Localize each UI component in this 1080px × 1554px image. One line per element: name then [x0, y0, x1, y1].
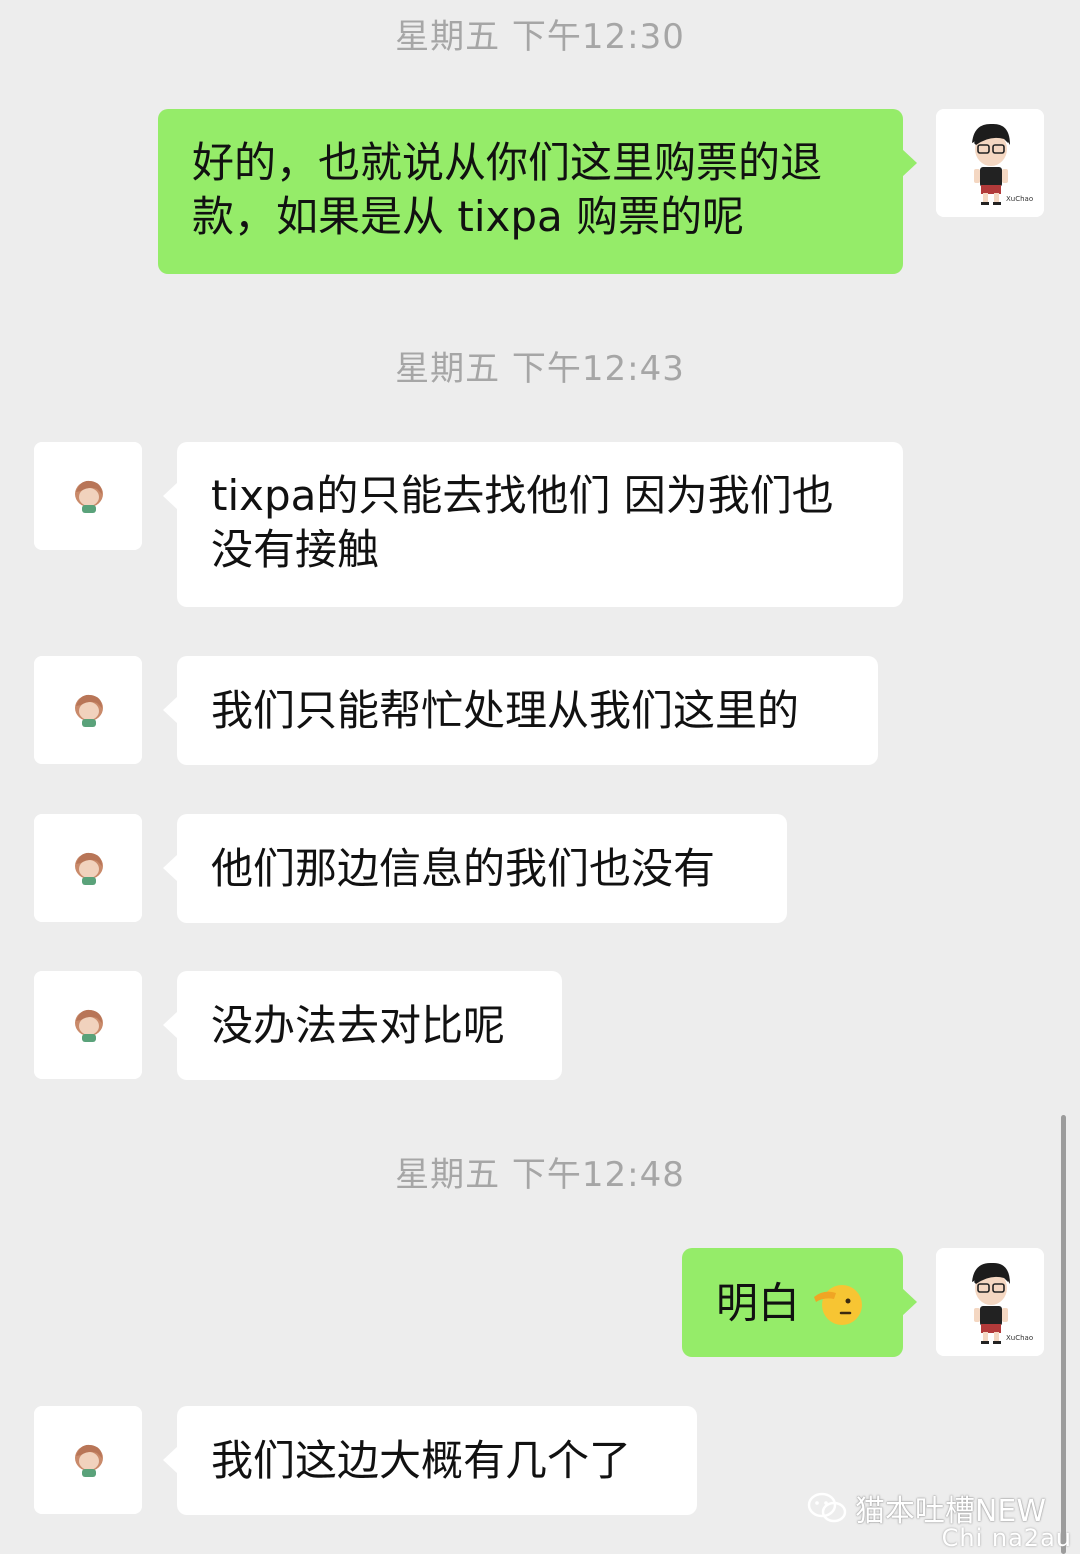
avatar-signature: XuChao	[1006, 195, 1033, 203]
message-bubble-received[interactable]: 他们那边信息的我们也没有	[163, 814, 787, 923]
contact-avatar-image	[34, 656, 142, 764]
self-avatar[interactable]: XuChao	[936, 1248, 1044, 1356]
message-text-line: 款，如果是从 tixpa 购票的呢	[192, 192, 745, 241]
timestamp: 星期五 下午12:48	[395, 1155, 685, 1195]
avatar-signature: XuChao	[1006, 1334, 1033, 1342]
message-text-line: 好的，也就说从你们这里购票的退	[192, 138, 823, 187]
message-bubble-sent[interactable]: 明白	[682, 1248, 917, 1357]
message-text-line: tixpa的只能去找他们 因为我们也	[211, 471, 834, 520]
contact-avatar-image	[34, 1406, 142, 1514]
self-avatar[interactable]: XuChao	[936, 109, 1044, 217]
watermark-subtitle: Chi na2au	[941, 1524, 1072, 1552]
contact-avatar[interactable]	[34, 1406, 142, 1514]
message-text: 我们只能帮忙处理从我们这里的	[211, 686, 800, 735]
message-text-line: 没有接触	[211, 525, 380, 574]
self-avatar-image: XuChao	[936, 1248, 1044, 1356]
self-avatar-image: XuChao	[936, 109, 1044, 217]
message-text: 他们那边信息的我们也没有	[211, 844, 716, 893]
chat-screen: 星期五 下午12:30 好的，也就说从你们这里购票的退 款，如果是从 tixpa…	[0, 0, 1080, 1554]
message-bubble-sent[interactable]: 好的，也就说从你们这里购票的退 款，如果是从 tixpa 购票的呢	[158, 109, 917, 274]
message-text: 没办法去对比呢	[211, 1001, 506, 1050]
contact-avatar-image	[34, 442, 142, 550]
message-bubble-received[interactable]: 我们这边大概有几个了	[163, 1406, 697, 1515]
timestamp: 星期五 下午12:30	[395, 17, 685, 57]
scrollbar[interactable]	[1061, 1115, 1066, 1554]
message-bubble-received[interactable]: 我们只能帮忙处理从我们这里的	[163, 656, 878, 765]
message-bubble-received[interactable]: tixpa的只能去找他们 因为我们也 没有接触	[163, 442, 903, 607]
contact-avatar[interactable]	[34, 814, 142, 922]
message-bubble-received[interactable]: 没办法去对比呢	[163, 971, 562, 1080]
contact-avatar[interactable]	[34, 442, 142, 550]
message-text: 我们这边大概有几个了	[211, 1436, 632, 1485]
message-text: 明白	[716, 1278, 801, 1328]
contact-avatar-image	[34, 814, 142, 922]
contact-avatar[interactable]	[34, 656, 142, 764]
contact-avatar-image	[34, 971, 142, 1079]
wechat-icon	[807, 1492, 847, 1523]
timestamp: 星期五 下午12:43	[395, 349, 685, 389]
contact-avatar[interactable]	[34, 971, 142, 1079]
saluting-face-icon	[814, 1284, 863, 1325]
